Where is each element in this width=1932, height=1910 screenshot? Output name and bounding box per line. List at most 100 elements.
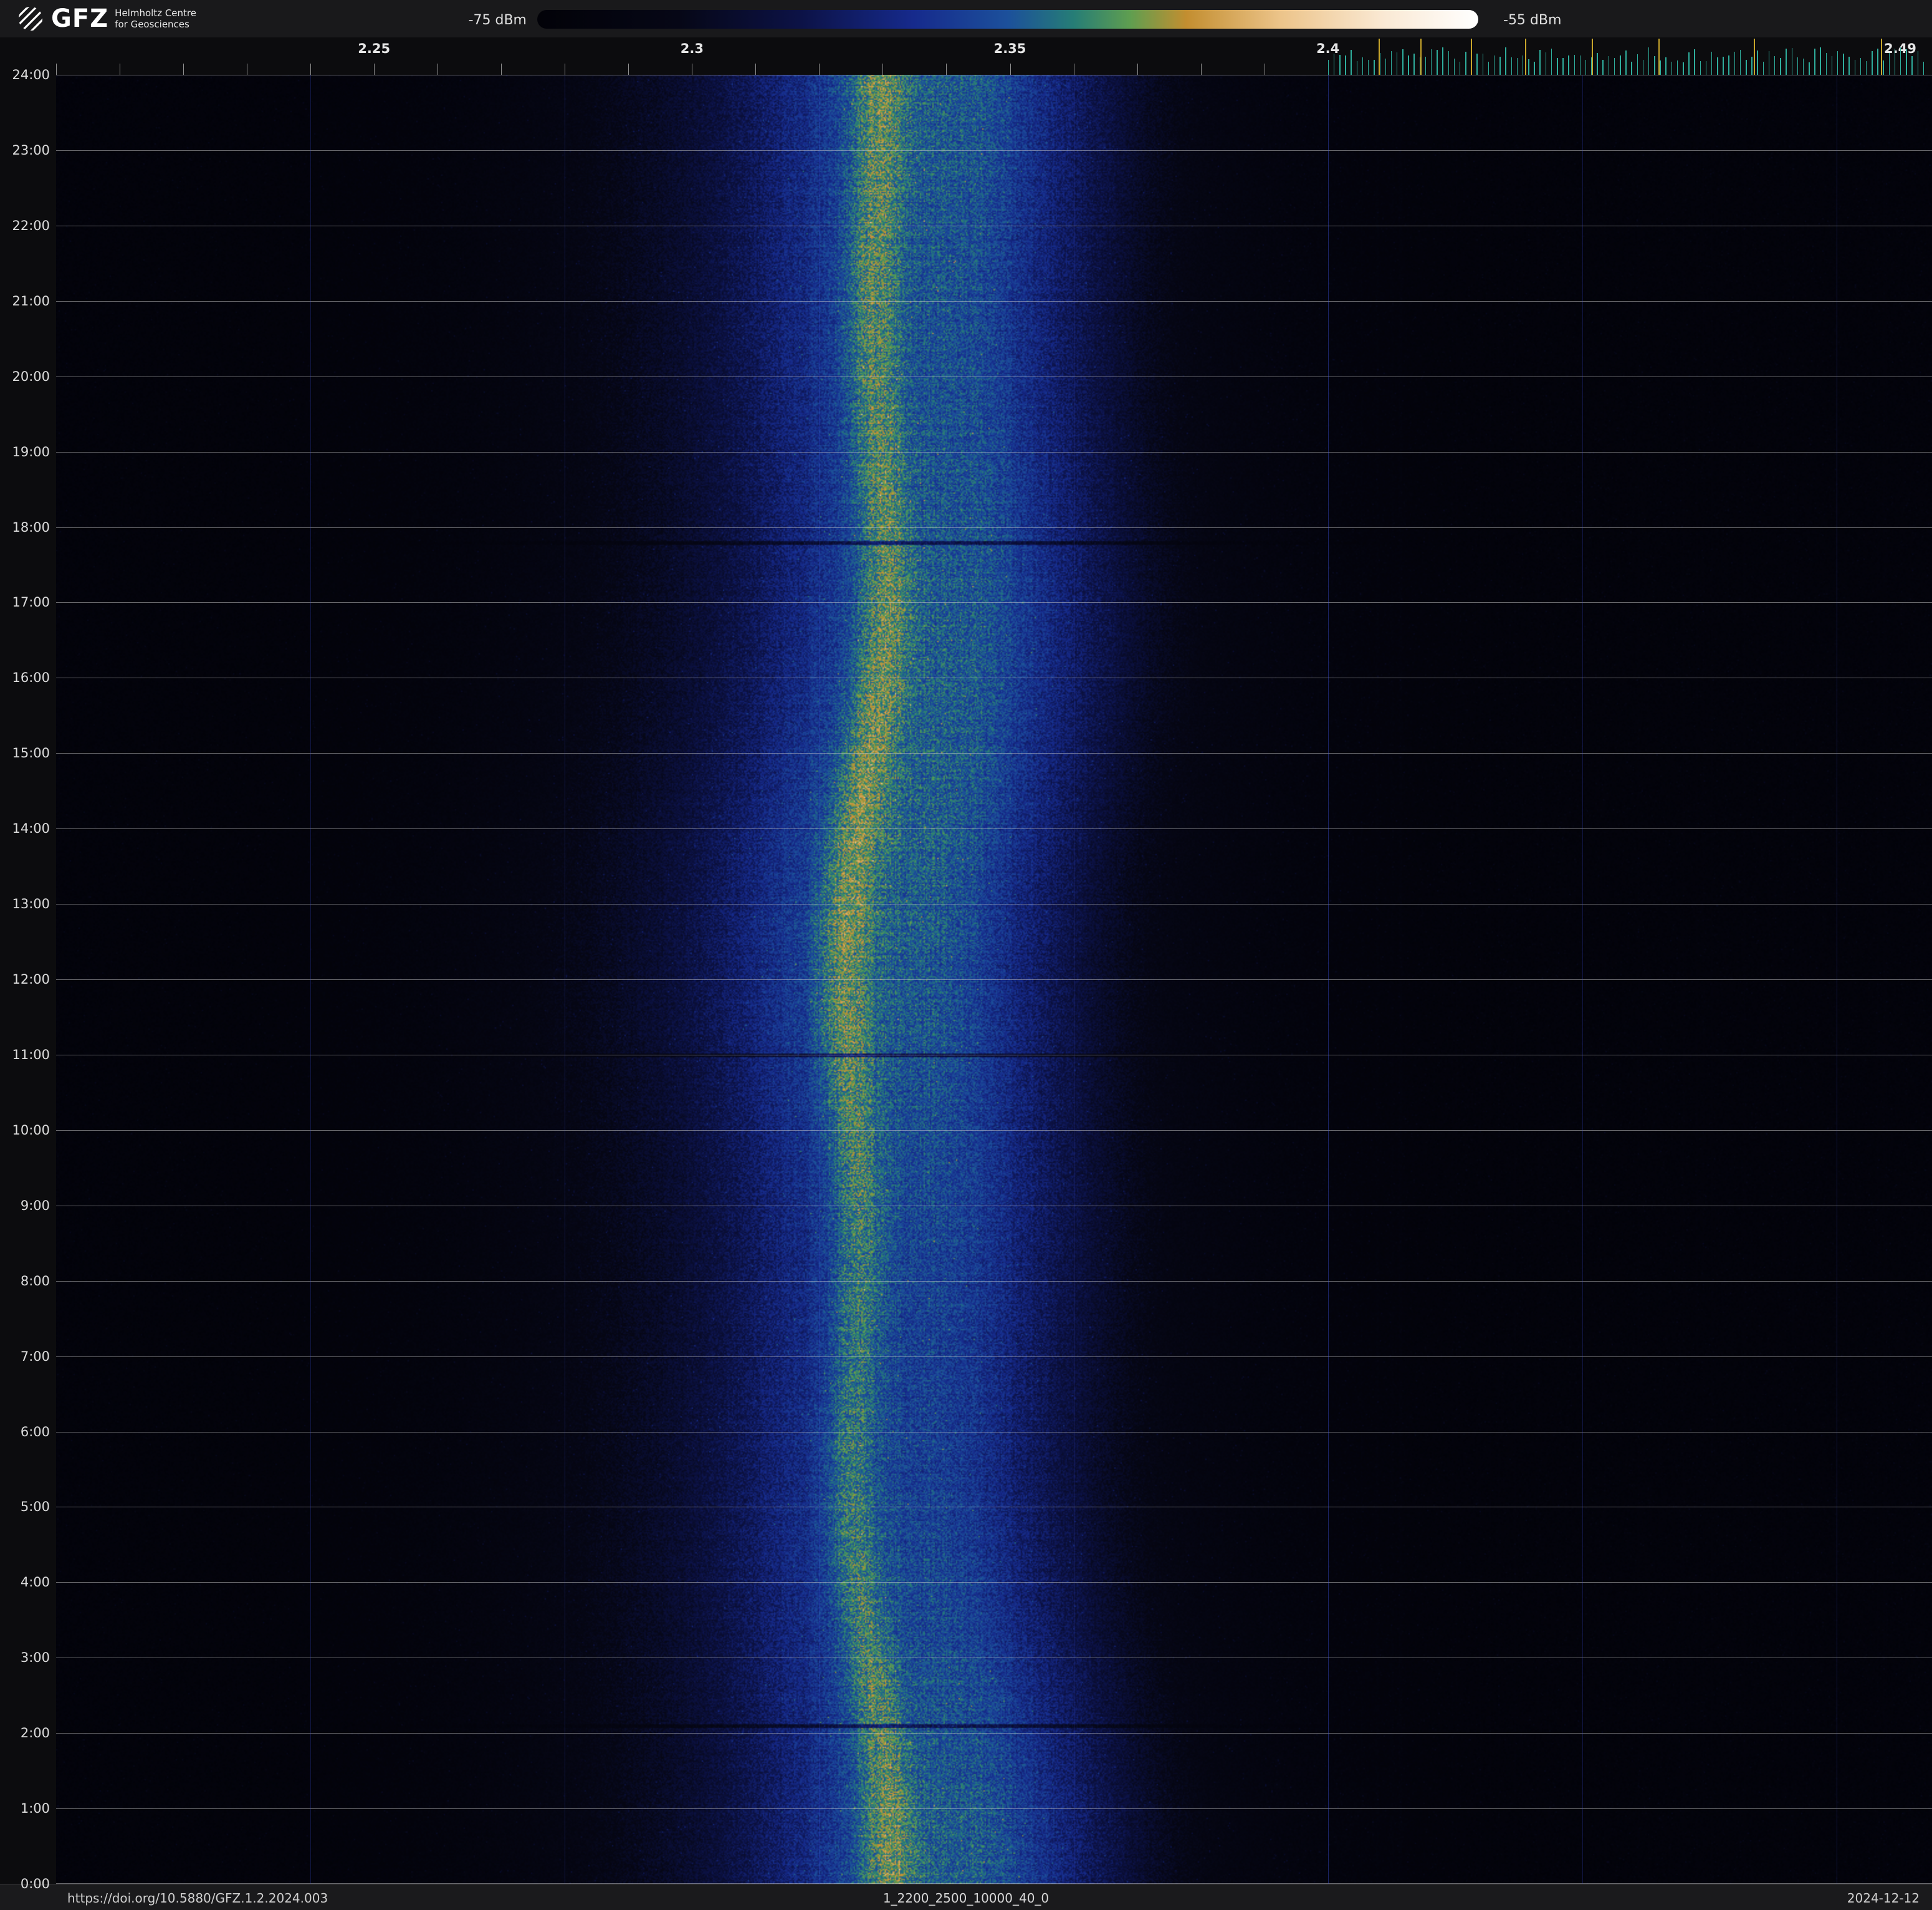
doi-link[interactable]: https://doi.org/10.5880/GFZ.1.2.2024.003 [67, 1891, 328, 1906]
frequency-tick [501, 64, 502, 75]
time-tick-label: 13:00 [12, 896, 50, 912]
frequency-tick [1683, 62, 1684, 75]
hour-gridline [56, 451, 1932, 453]
time-tick-label: 9:00 [20, 1197, 50, 1213]
gfz-logo: GFZ Helmholtz Centre for Geosciences [16, 4, 196, 33]
frequency-tick [1642, 60, 1644, 75]
logo-subtitle-line1: Helmholtz Centre [115, 7, 196, 19]
frequency-tick [1534, 61, 1535, 75]
frequency-tick [1614, 58, 1615, 75]
frequency-tick [1754, 39, 1756, 75]
hour-gridline [56, 300, 1932, 302]
time-tick-label: 23:00 [12, 142, 50, 158]
frequency-tick [1917, 51, 1919, 75]
frequency-tick [1739, 49, 1741, 75]
frequency-tick [1528, 59, 1529, 75]
time-tick-label: 4:00 [20, 1575, 50, 1590]
frequency-tick [1831, 55, 1833, 75]
frequency-tick [1574, 55, 1576, 75]
frequency-tick [1865, 61, 1867, 75]
frequency-tick [1465, 52, 1466, 75]
frequency-tick [1837, 51, 1839, 75]
frequency-tick [1374, 59, 1375, 75]
frequency-tick [1488, 62, 1490, 75]
spectrogram-viewer: GFZ Helmholtz Centre for Geosciences -75… [0, 0, 1932, 1910]
frequency-tick [1797, 57, 1799, 75]
time-tick-label: 22:00 [12, 218, 50, 233]
time-tick-label: 12:00 [12, 972, 50, 987]
frequency-tick [755, 64, 757, 75]
colorbar-min-label: -75 dBm [468, 12, 527, 28]
frequency-tick [1351, 50, 1352, 75]
frequency-tick [1562, 57, 1564, 75]
frequency-tick [1408, 55, 1409, 75]
frequency-tick [1757, 50, 1758, 75]
frequency-tick [1442, 47, 1443, 75]
hour-gridline [56, 527, 1932, 528]
frequency-tick [1665, 57, 1667, 75]
frequency-tick [1339, 55, 1341, 75]
hour-gridline [56, 828, 1932, 830]
frequency-tick [1723, 56, 1724, 75]
frequency-tick [1396, 52, 1398, 75]
frequency-tick [1471, 39, 1473, 75]
freq-tick-label: 2.25 [358, 41, 391, 56]
frequency-tick [1568, 55, 1569, 75]
frequency-tick [1802, 59, 1804, 75]
frequency-tick [1551, 48, 1552, 75]
hour-gridline [56, 1582, 1932, 1583]
frequency-tick [1608, 55, 1610, 75]
frequency-tick [1010, 64, 1011, 75]
frequency-tick [1385, 58, 1386, 75]
frequency-tick [1482, 53, 1484, 75]
frequency-tick [1200, 64, 1202, 75]
frequency-tick [1809, 62, 1810, 75]
frequency-tick [1877, 49, 1878, 75]
frequency-tick [882, 64, 884, 75]
frequency-tick [1717, 57, 1718, 75]
plot-area[interactable] [56, 75, 1932, 1884]
hour-gridline [56, 150, 1932, 151]
footer-bar: https://doi.org/10.5880/GFZ.1.2.2024.003… [0, 1884, 1932, 1910]
frequency-tick [1660, 60, 1661, 75]
logo-subtitle-line2: for Geosciences [115, 19, 189, 30]
frequency-tick [1705, 61, 1707, 75]
frequency-tick [1872, 50, 1873, 75]
frequency-tick [1448, 50, 1450, 75]
time-tick-label: 24:00 [12, 67, 50, 82]
time-tick-label: 1:00 [20, 1801, 50, 1816]
hour-gridline [56, 1130, 1932, 1131]
frequency-tick [946, 64, 947, 75]
frequency-tick [1791, 48, 1792, 75]
frequency-tick [1923, 61, 1925, 75]
time-tick-label: 20:00 [12, 368, 50, 384]
frequency-tick [1524, 39, 1526, 75]
frequency-tick [1676, 60, 1678, 75]
hour-gridline [56, 904, 1932, 905]
frequency-tick [1367, 60, 1369, 75]
frequency-tick [1860, 58, 1862, 75]
time-tick-label: 10:00 [12, 1122, 50, 1138]
frequency-tick [1911, 56, 1913, 75]
frequency-tick [1894, 48, 1896, 75]
hour-gridline [56, 602, 1932, 603]
frequency-tick [1620, 55, 1621, 75]
frequency-tick [1413, 54, 1415, 75]
frequency-tick [1711, 51, 1713, 75]
frequency-tick [1768, 50, 1770, 75]
frequency-tick [1493, 55, 1495, 75]
frequency-tick [1585, 59, 1587, 75]
frequency-tick [1814, 49, 1815, 75]
frequency-tick [1786, 49, 1787, 75]
frequency-tick [1602, 60, 1604, 75]
time-tick-label: 15:00 [12, 746, 50, 761]
time-tick-label: 7:00 [20, 1348, 50, 1364]
frequency-tick [1425, 56, 1427, 75]
time-tick-label: 5:00 [20, 1499, 50, 1515]
date-label: 2024-12-12 [1847, 1891, 1920, 1906]
time-tick-label: 0:00 [20, 1876, 50, 1891]
frequency-tick [1539, 50, 1541, 75]
frequency-tick [1728, 55, 1729, 75]
hour-gridline [56, 753, 1932, 754]
frequency-tick [1906, 49, 1907, 75]
